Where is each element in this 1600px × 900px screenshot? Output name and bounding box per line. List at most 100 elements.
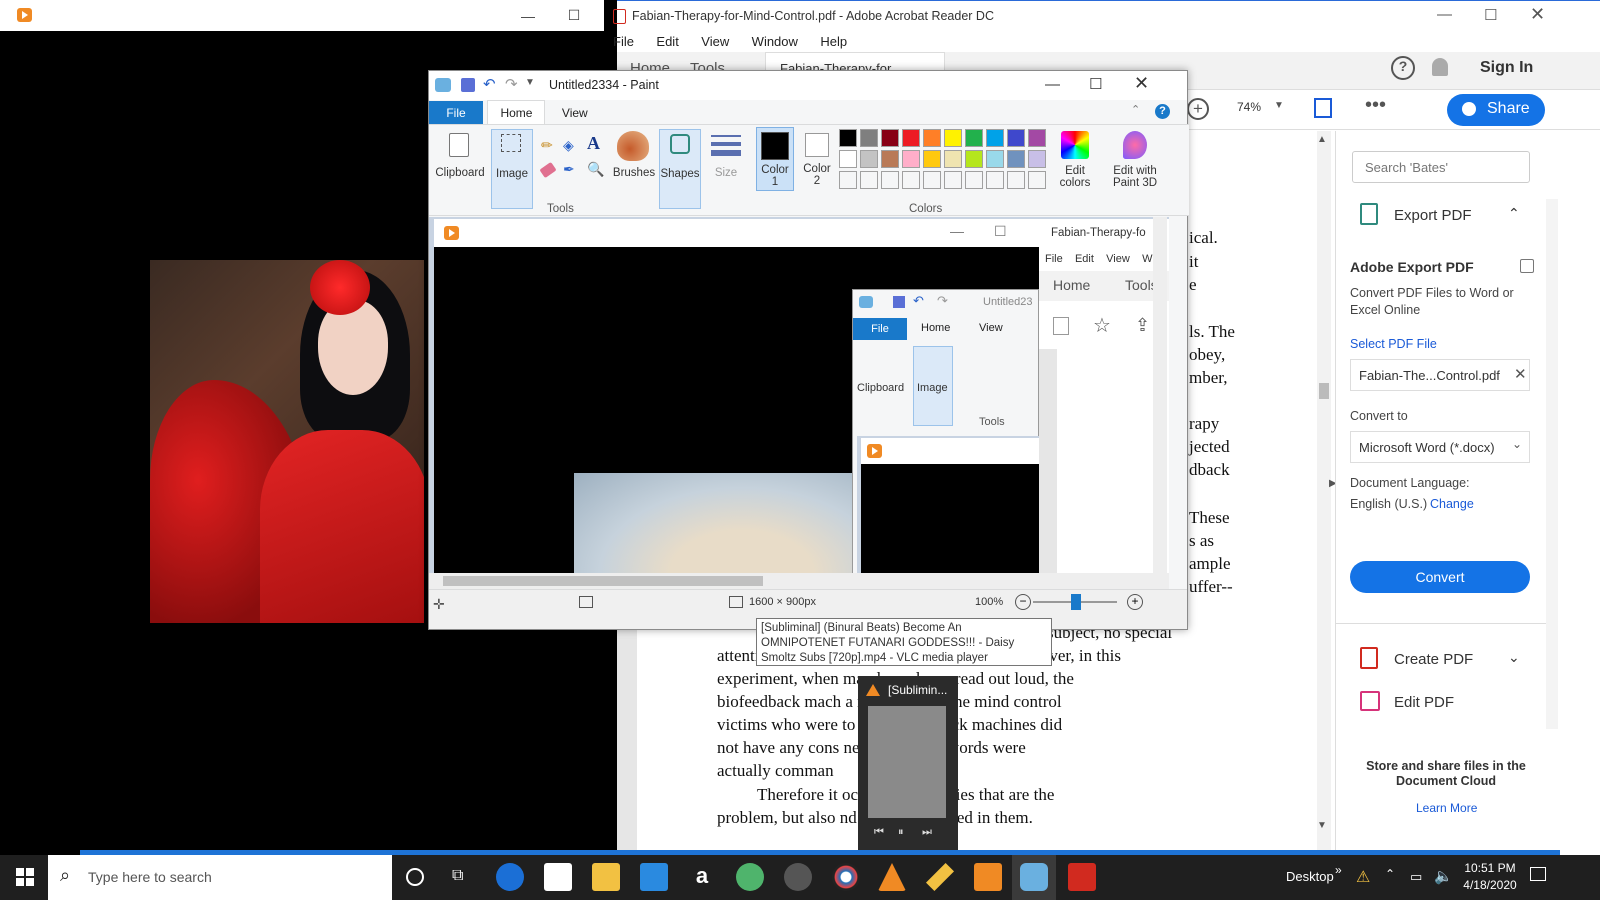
text-icon[interactable]: A (587, 133, 600, 154)
volume-icon[interactable]: 🔈 (1434, 867, 1453, 885)
camera-icon[interactable] (784, 863, 812, 891)
doc-scroll-thumb[interactable] (1319, 383, 1329, 399)
edit-colors-button[interactable]: Edit colors (1053, 127, 1097, 197)
copy-icon[interactable] (1520, 259, 1534, 273)
collapse-ribbon-icon[interactable]: ⌃ (1131, 103, 1140, 116)
edge-icon[interactable] (496, 863, 524, 891)
palette-swatch[interactable] (860, 129, 878, 147)
palette-swatch[interactable] (944, 150, 962, 168)
palette-swatch[interactable] (923, 129, 941, 147)
pane-scrollbar[interactable] (1546, 199, 1558, 729)
menu-edit[interactable]: Edit (656, 34, 678, 49)
palette-swatch[interactable] (902, 129, 920, 147)
palette-swatch[interactable] (881, 150, 899, 168)
tab-file[interactable]: File (429, 101, 483, 125)
edit-pdf-link[interactable]: Edit PDF (1394, 694, 1454, 711)
size-button[interactable]: Size (709, 129, 743, 199)
chevron-down-icon[interactable]: ⌄ (1508, 649, 1520, 666)
palette-swatch[interactable] (839, 129, 857, 147)
media-player-icon[interactable] (974, 863, 1002, 891)
clock-time[interactable]: 10:51 PM (1460, 861, 1520, 875)
customize-toolbar-icon[interactable]: ▼ (525, 77, 535, 88)
palette-swatch[interactable] (1028, 171, 1046, 189)
edit-paint3d-button[interactable]: Edit with Paint 3D (1105, 127, 1165, 197)
undo-icon[interactable]: ↶ (483, 75, 496, 93)
menu-window[interactable]: Window (752, 34, 798, 49)
doc-scrollbar[interactable] (1317, 131, 1331, 855)
desktop-toolbar-label[interactable]: Desktop (1286, 869, 1334, 884)
fill-icon[interactable]: ◈ (563, 137, 574, 154)
zoom-in-icon[interactable]: + (1127, 594, 1143, 610)
select-pdf-link[interactable]: Select PDF File (1350, 337, 1437, 351)
menu-file[interactable]: File (613, 34, 634, 49)
start-icon[interactable] (16, 868, 34, 886)
palette-swatch[interactable] (923, 171, 941, 189)
help-icon[interactable]: ? (1391, 56, 1415, 80)
chevron-up-icon[interactable]: ⌃ (1385, 867, 1395, 881)
convert-button[interactable]: Convert (1350, 561, 1530, 593)
export-pdf-header[interactable]: Export PDF (1394, 207, 1472, 224)
zoom-slider-thumb[interactable] (1071, 594, 1081, 610)
palette-swatch[interactable] (860, 171, 878, 189)
notifications-icon[interactable] (1530, 867, 1546, 881)
help-icon[interactable]: ? (1155, 104, 1170, 119)
chevron-up-icon[interactable]: ⌃ (1508, 205, 1520, 222)
close-button[interactable]: ✕ (1134, 73, 1149, 94)
vlc-titlebar[interactable]: — ☐ (0, 0, 604, 31)
palette-swatch[interactable] (902, 150, 920, 168)
amazon-icon[interactable]: a (688, 863, 716, 891)
palette-swatch[interactable] (923, 150, 941, 168)
scroll-down-icon[interactable]: ▼ (1317, 820, 1327, 831)
store-icon[interactable] (544, 863, 572, 891)
zoom-out-icon[interactable]: − (1015, 594, 1031, 610)
paint-taskbar-button[interactable] (1012, 855, 1056, 900)
paint-vscrollbar[interactable] (1153, 217, 1167, 573)
eraser-icon[interactable] (539, 161, 557, 179)
brushes-button[interactable]: Brushes (609, 129, 659, 199)
color-picker-icon[interactable]: ✒ (563, 161, 575, 178)
previous-icon[interactable]: ⏮ (874, 826, 884, 839)
maximize-button[interactable]: ☐ (551, 0, 597, 31)
taskbar-search[interactable]: ⌕ Type here to search (48, 855, 392, 900)
sign-in-link[interactable]: Sign In (1480, 59, 1533, 77)
task-view-icon[interactable]: ⧉ (452, 867, 463, 885)
paint-window[interactable]: ↶ ↷ ▼ Untitled2334 - Paint — ☐ ✕ File Ho… (428, 70, 1189, 630)
fit-page-icon[interactable] (1314, 98, 1332, 118)
format-select[interactable]: Microsoft Word (*.docx) (1350, 431, 1530, 463)
menu-help[interactable]: Help (820, 34, 847, 49)
palette-swatch[interactable] (881, 171, 899, 189)
vlc-thumbnail-preview[interactable]: [Sublimin... ⏮ ⏸ ⏭ (858, 676, 958, 855)
palette-swatch[interactable] (965, 129, 983, 147)
maximize-button[interactable]: ☐ (1484, 6, 1497, 24)
acrobat-titlebar[interactable]: Fabian-Therapy-for-Mind-Control.pdf - Ad… (613, 0, 1600, 31)
change-language-link[interactable]: Change (1430, 497, 1474, 511)
mail-icon[interactable] (640, 863, 668, 891)
paint-canvas-area[interactable]: — ☐ ↶ ↷ Untitled23 File Home View Clipbo… (429, 217, 1169, 580)
magnifier-icon[interactable]: 🔍 (587, 161, 604, 178)
file-explorer-icon[interactable] (592, 863, 620, 891)
chrome-like-icon[interactable] (832, 863, 860, 891)
hscroll-thumb[interactable] (443, 576, 763, 586)
menu-view[interactable]: View (701, 34, 729, 49)
palette-swatch[interactable] (1007, 171, 1025, 189)
zoom-in-icon[interactable]: + (1187, 98, 1209, 120)
acrobat-taskbar-icon[interactable] (1068, 863, 1096, 891)
color1-button[interactable]: Color 1 (756, 127, 794, 191)
paint-titlebar[interactable]: ↶ ↷ ▼ Untitled2334 - Paint — ☐ ✕ (429, 71, 1187, 101)
clock-date[interactable]: 4/18/2020 (1460, 878, 1520, 892)
palette-swatch[interactable] (839, 171, 857, 189)
bell-icon[interactable] (1432, 58, 1448, 76)
palette-swatch[interactable] (1007, 129, 1025, 147)
palette-swatch[interactable] (1028, 150, 1046, 168)
tripadvisor-icon[interactable] (736, 863, 764, 891)
palette-swatch[interactable] (881, 129, 899, 147)
scroll-up-icon[interactable]: ▲ (1317, 134, 1327, 145)
minimize-button[interactable]: — (505, 0, 551, 31)
palette-swatch[interactable] (965, 171, 983, 189)
search-input[interactable]: Search 'Bates' (1352, 151, 1530, 183)
canvas-image[interactable]: — ☐ ↶ ↷ Untitled23 File Home View Clipbo… (434, 219, 1040, 580)
create-pdf-header[interactable]: Create PDF (1394, 651, 1473, 668)
chevron-down-icon[interactable]: ▼ (1274, 100, 1284, 111)
shapes-button[interactable]: Shapes (659, 129, 701, 209)
palette-swatch[interactable] (944, 129, 962, 147)
